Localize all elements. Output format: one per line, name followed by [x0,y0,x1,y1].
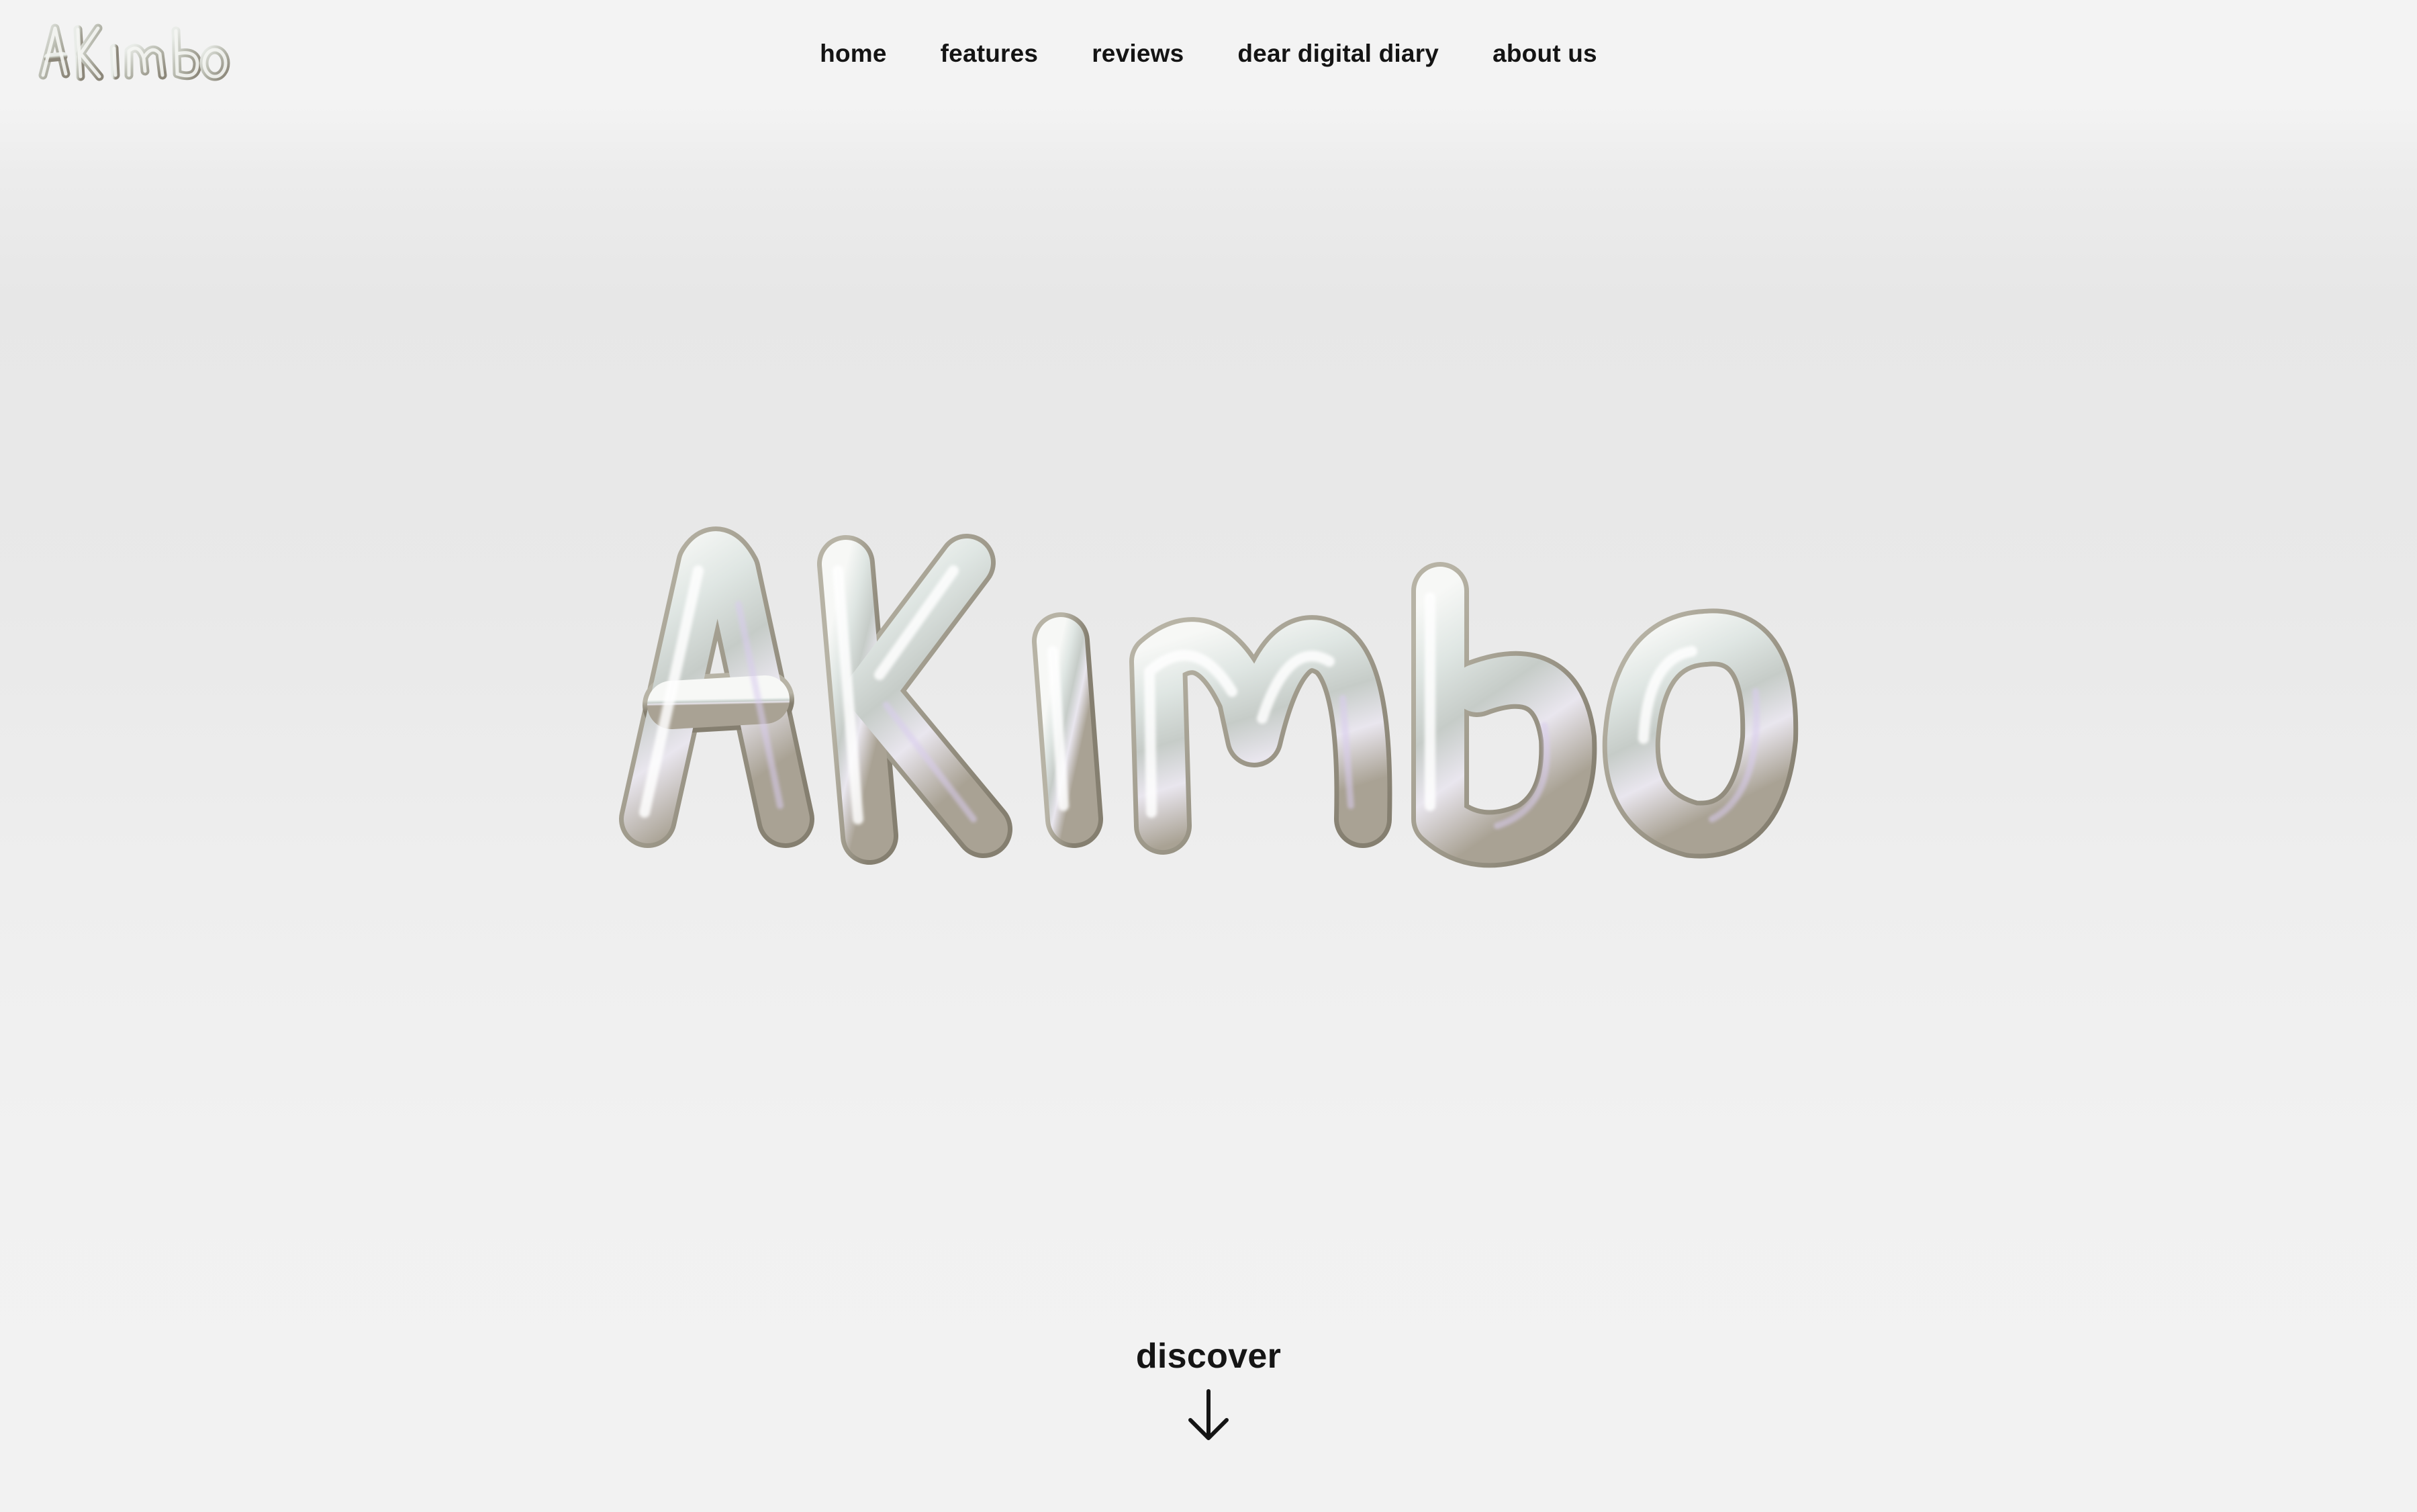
top-navigation-bar: home features reviews dear digital diary… [0,0,2417,107]
discover-button[interactable]: discover [0,1336,2417,1442]
landing-page: home features reviews dear digital diary… [0,0,2417,1512]
nav-item-features[interactable]: features [941,40,1039,68]
arrow-down-icon [1188,1389,1229,1440]
akimbo-chrome-wordmark [619,526,1799,868]
nav-item-about-us[interactable]: about us [1492,40,1597,68]
nav-item-dear-digital-diary[interactable]: dear digital diary [1237,40,1439,68]
nav-item-reviews[interactable]: reviews [1092,40,1184,68]
discover-label: discover [1135,1337,1282,1376]
nav-item-home[interactable]: home [820,40,886,68]
main-nav: home features reviews dear digital diary… [0,0,2417,107]
